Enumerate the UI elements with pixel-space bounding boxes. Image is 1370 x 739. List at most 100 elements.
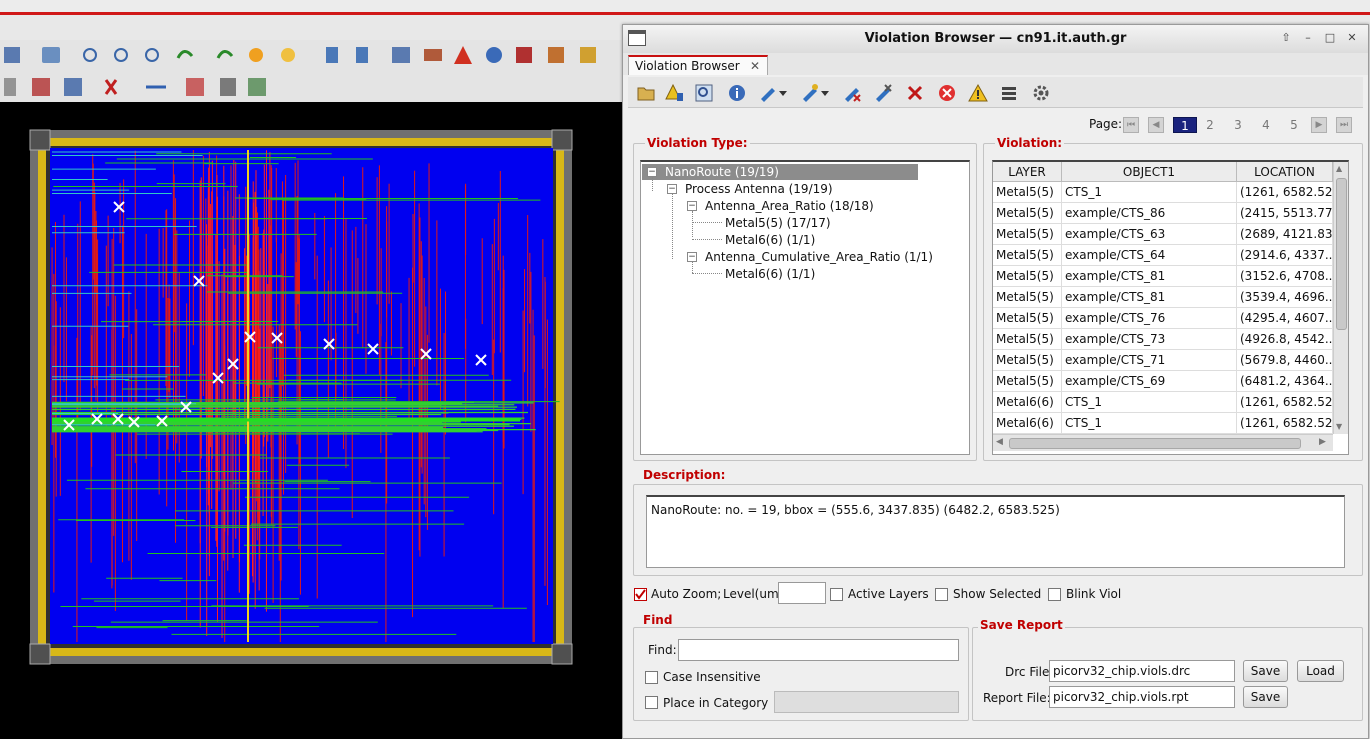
table-row[interactable]: Metal5(5) example/CTS_81 (3152.6, 4708.... bbox=[993, 266, 1333, 287]
horizontal-scroll-thumb[interactable] bbox=[1009, 438, 1301, 449]
column-header-location[interactable]: LOCATION bbox=[1237, 162, 1333, 182]
zoom-to-violation-icon[interactable] bbox=[694, 83, 714, 103]
arrange-icon[interactable] bbox=[326, 47, 442, 63]
scroll-left-icon[interactable]: ◀ bbox=[996, 437, 1003, 447]
tree-node-nanoroute[interactable]: NanoRoute (19/19) bbox=[665, 165, 779, 179]
chevron-down-icon[interactable] bbox=[779, 89, 787, 97]
chevron-down-icon[interactable] bbox=[821, 89, 829, 97]
scroll-down-icon[interactable]: ▼ bbox=[1336, 422, 1342, 431]
maximize-button[interactable]: □ bbox=[1323, 31, 1337, 45]
cell-layer: Metal6(6) bbox=[993, 413, 1062, 434]
cell-object1: CTS_1 bbox=[1062, 413, 1237, 434]
blink-viol-checkbox[interactable] bbox=[1048, 588, 1061, 601]
pin-icon[interactable]: ⇧ bbox=[1279, 31, 1293, 45]
filter-icon[interactable] bbox=[1000, 83, 1020, 103]
horizontal-scrollbar[interactable]: ◀ ▶ bbox=[993, 434, 1333, 451]
zoom-tools-icon[interactable] bbox=[42, 47, 159, 63]
violation-table[interactable]: LAYER OBJECT1 LOCATION Metal5(5) CTS_1 (12… bbox=[992, 160, 1349, 455]
collapse-icon[interactable]: − bbox=[647, 167, 657, 177]
undo-redo-icon[interactable] bbox=[176, 48, 295, 62]
table-row[interactable]: Metal5(5)example/CTS_86(2415, 5513.77... bbox=[993, 203, 1333, 224]
window-title: Violation Browser — cn91.it.auth.gr bbox=[864, 31, 1127, 46]
page-2[interactable]: 2 bbox=[1201, 117, 1219, 133]
clear-markers-icon[interactable] bbox=[842, 83, 862, 103]
save-report-button[interactable]: Save bbox=[1243, 686, 1288, 708]
chip-layout-view[interactable] bbox=[0, 102, 622, 739]
scroll-up-icon[interactable]: ▲ bbox=[1336, 164, 1342, 173]
find-input[interactable] bbox=[678, 639, 959, 661]
minimize-button[interactable]: – bbox=[1301, 31, 1315, 45]
violation-type-tree[interactable]: − NanoRoute (19/19) − Process Antenna (1… bbox=[640, 160, 970, 455]
save-report-title: Save Report bbox=[978, 618, 1065, 632]
column-header-layer[interactable]: LAYER bbox=[993, 162, 1062, 182]
page-4[interactable]: 4 bbox=[1257, 117, 1275, 133]
active-layers-checkbox[interactable] bbox=[830, 588, 843, 601]
drc-file-label: Drc File: bbox=[1005, 665, 1054, 679]
vertical-scrollbar[interactable]: ▲ ▼ bbox=[1333, 162, 1348, 434]
table-row[interactable]: Metal5(5) example/CTS_69 (6481.2, 4364.... bbox=[993, 371, 1333, 392]
title-bar[interactable]: Violation Browser — cn91.it.auth.gr ⇧ – … bbox=[623, 25, 1368, 54]
corner-pad bbox=[29, 129, 51, 151]
auto-zoom-checkbox[interactable] bbox=[634, 588, 647, 601]
info-icon[interactable] bbox=[727, 83, 747, 103]
collapse-icon[interactable]: − bbox=[687, 201, 697, 211]
table-row[interactable]: Metal5(5) example/CTS_81 (3539.4, 4696.... bbox=[993, 287, 1333, 308]
next-page-button[interactable]: ▶ bbox=[1311, 117, 1327, 133]
tree-node-antenna-area-ratio[interactable]: Antenna_Area_Ratio (18/18) bbox=[705, 199, 874, 213]
table-row[interactable]: Metal5(5) example/CTS_71 (5679.8, 4460.... bbox=[993, 350, 1333, 371]
tab-violation-browser[interactable]: Violation Browser ✕ bbox=[628, 55, 768, 75]
level-input[interactable] bbox=[778, 582, 826, 604]
prev-page-button[interactable]: ◀ bbox=[1148, 117, 1164, 133]
tree-node-process-antenna[interactable]: Process Antenna (19/19) bbox=[685, 182, 833, 196]
collapse-icon[interactable]: − bbox=[687, 252, 697, 262]
first-page-button[interactable]: ⏮ bbox=[1123, 117, 1139, 133]
page-3[interactable]: 3 bbox=[1229, 117, 1247, 133]
delete-selected-icon[interactable] bbox=[873, 83, 893, 103]
violation-title: Violation: bbox=[995, 136, 1065, 150]
last-page-button[interactable]: ⏭ bbox=[1336, 117, 1352, 133]
table-row[interactable]: Metal5(5)CTS_1(1261, 6582.52... bbox=[993, 182, 1333, 203]
cell-location: (3539.4, 4696.... bbox=[1237, 287, 1333, 308]
tab-close-icon[interactable]: ✕ bbox=[750, 59, 760, 73]
column-header-object1[interactable]: OBJECT1 bbox=[1062, 162, 1237, 182]
info-icon[interactable] bbox=[486, 47, 502, 63]
cell-object1: example/CTS_81 bbox=[1062, 266, 1237, 287]
tree-node-metal6[interactable]: Metal6(6) (1/1) bbox=[725, 233, 815, 247]
save-drc-button[interactable]: Save bbox=[1243, 660, 1288, 682]
warning-icon[interactable] bbox=[454, 46, 472, 64]
delete-icon[interactable] bbox=[905, 83, 925, 103]
tree-node-metal6-cumulative[interactable]: Metal6(6) (1/1) bbox=[725, 267, 815, 281]
table-row[interactable]: Metal6(6)CTS_1(1261, 6582.52... bbox=[993, 413, 1333, 434]
case-insensitive-checkbox[interactable] bbox=[645, 671, 658, 684]
tree-node-metal5[interactable]: Metal5(5) (17/17) bbox=[725, 216, 831, 230]
open-folder-icon[interactable] bbox=[636, 83, 656, 103]
highlight-warning-icon[interactable] bbox=[665, 83, 685, 103]
scroll-right-icon[interactable]: ▶ bbox=[1319, 437, 1326, 447]
page-5[interactable]: 5 bbox=[1285, 117, 1303, 133]
tree-node-antenna-cumulative[interactable]: Antenna_Cumulative_Area_Ratio (1/1) bbox=[705, 250, 933, 264]
collapse-icon[interactable]: − bbox=[667, 184, 677, 194]
table-row[interactable]: Metal6(6)CTS_1(1261, 6582.52... bbox=[993, 392, 1333, 413]
table-row[interactable]: Metal5(5)example/CTS_63(2689, 4121.83... bbox=[993, 224, 1333, 245]
tab-strip: Violation Browser ✕ bbox=[623, 53, 1368, 75]
table-row[interactable]: Metal5(5) example/CTS_73 (4926.8, 4542.... bbox=[993, 329, 1333, 350]
table-row[interactable]: Metal5(5) example/CTS_76 (4295.4, 4607.... bbox=[993, 308, 1333, 329]
table-row[interactable]: Metal5(5) example/CTS_64 (2914.6, 4337.... bbox=[993, 245, 1333, 266]
select-marker-icon[interactable] bbox=[758, 83, 778, 103]
cell-layer: Metal5(5) bbox=[993, 245, 1062, 266]
report-file-input[interactable]: picorv32_chip.viols.rpt bbox=[1049, 686, 1235, 708]
vertical-scroll-thumb[interactable] bbox=[1336, 178, 1347, 330]
description-box[interactable]: NanoRoute: no. = 19, bbox = (555.6, 3437… bbox=[646, 495, 1345, 568]
show-selected-checkbox[interactable] bbox=[935, 588, 948, 601]
close-button[interactable]: ✕ bbox=[1345, 31, 1359, 45]
stop-icon[interactable] bbox=[937, 83, 957, 103]
gear-icon[interactable] bbox=[1031, 83, 1051, 103]
edit-tools-icon[interactable] bbox=[4, 78, 266, 96]
load-drc-button[interactable]: Load bbox=[1297, 660, 1344, 682]
layout-canvas[interactable] bbox=[0, 102, 622, 739]
warning-icon[interactable] bbox=[968, 83, 988, 103]
place-in-category-checkbox[interactable] bbox=[645, 696, 658, 709]
marker-tool-icon[interactable] bbox=[800, 83, 820, 103]
page-1[interactable]: 1 bbox=[1173, 117, 1197, 133]
drc-file-input[interactable]: picorv32_chip.viols.drc bbox=[1049, 660, 1235, 682]
